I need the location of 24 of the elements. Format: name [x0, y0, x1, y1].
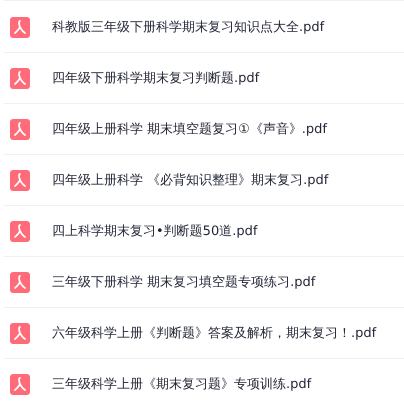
file-row[interactable]: 四年级上册科学 期末填空题复习①《声音》.pdf: [4, 104, 404, 155]
file-row[interactable]: 科教版三年级下册科学期末复习知识点大全.pdf: [4, 2, 404, 53]
pdf-file-icon: [10, 16, 30, 38]
file-name: 六年级科学上册《判断题》答案及解析，期末复习！.pdf: [52, 325, 376, 342]
file-row[interactable]: 四年级下册科学期末复习判断题.pdf: [4, 53, 404, 104]
file-name: 四年级下册科学期末复习判断题.pdf: [52, 70, 260, 87]
file-row[interactable]: 四年级上册科学 《必背知识整理》期末复习.pdf: [4, 155, 404, 206]
file-name: 三年级下册科学 期末复习填空题专项练习.pdf: [52, 274, 316, 291]
file-row[interactable]: 三年级下册科学 期末复习填空题专项练习.pdf: [4, 257, 404, 308]
pdf-file-icon: [10, 322, 30, 344]
file-row[interactable]: 三年级科学上册《期末复习题》专项训练.pdf: [4, 359, 404, 408]
pdf-file-icon: [10, 220, 30, 242]
file-name: 科教版三年级下册科学期末复习知识点大全.pdf: [52, 19, 324, 36]
file-name: 四年级上册科学 《必背知识整理》期末复习.pdf: [52, 172, 328, 189]
file-row[interactable]: 六年级科学上册《判断题》答案及解析，期末复习！.pdf: [4, 308, 404, 359]
pdf-file-icon: [10, 374, 30, 394]
file-name: 四上科学期末复习•判断题50道.pdf: [52, 223, 258, 240]
pdf-file-icon: [10, 272, 30, 292]
pdf-file-icon: [10, 118, 30, 140]
pdf-file-icon: [10, 68, 30, 88]
pdf-file-icon: [10, 170, 30, 190]
file-name: 四年级上册科学 期末填空题复习①《声音》.pdf: [52, 121, 327, 138]
file-name: 三年级科学上册《期末复习题》专项训练.pdf: [52, 376, 312, 393]
file-row[interactable]: 四上科学期末复习•判断题50道.pdf: [4, 206, 404, 257]
